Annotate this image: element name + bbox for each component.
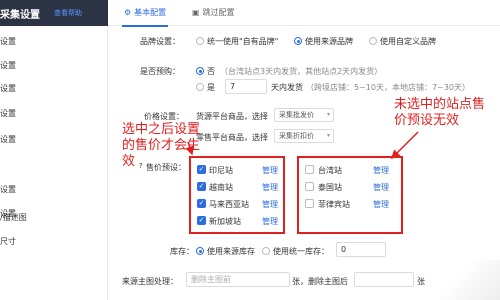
tab-label: 基本配置	[134, 8, 167, 17]
site-thailand: 泰国站	[318, 183, 342, 192]
delete-front-input[interactable]: 删除主图前	[186, 272, 290, 287]
sidebar-item[interactable]: 设置	[0, 184, 16, 195]
stock-label: 库存：	[170, 247, 194, 256]
presale-no-hint: （台湾站点3天内发货，其他站点2天内发货）	[220, 67, 383, 76]
checkbox-philippines[interactable]	[305, 199, 314, 208]
skip-icon: ▣	[192, 8, 200, 17]
manage-thailand[interactable]: 管理	[373, 182, 389, 193]
presale-days-text: 天内发货	[271, 83, 303, 92]
unit-text: 张	[417, 277, 425, 286]
help-link[interactable]: 查看帮助	[54, 8, 82, 18]
presale-label: 是否预购：	[140, 67, 180, 76]
sidebar-title: 采集设置	[0, 10, 40, 21]
sidebar-item-desc[interactable]: /描述图	[0, 212, 27, 223]
tab-bar: ⚙ 基本配置 ▣ 跳过配置	[108, 0, 500, 27]
stock-unified-input[interactable]: 0	[336, 242, 386, 257]
presale-radio-yes[interactable]	[196, 83, 204, 91]
sidebar-item[interactable]: 设置	[0, 83, 16, 94]
annotation-right-note: 未选中的站点售价预设无效	[394, 97, 486, 128]
presale-radio-no[interactable]	[196, 67, 204, 75]
site-philippines: 菲律宾站	[318, 200, 350, 209]
arrow-right	[390, 131, 419, 160]
presale-option-no[interactable]: 否	[207, 66, 215, 77]
price-retail-select[interactable]: 采集折扣价 ▾	[274, 129, 334, 143]
tab-label: 跳过配置	[202, 8, 235, 17]
brand-radio-source[interactable]	[294, 37, 302, 45]
stock-option-source[interactable]: 使用来源库存	[207, 246, 255, 257]
site-vietnam: 越南站	[209, 183, 233, 192]
stock-radio-unified[interactable]	[262, 247, 270, 255]
stock-radio-source[interactable]	[196, 247, 204, 255]
manage-singapore[interactable]: 管理	[262, 216, 278, 227]
manage-taiwan[interactable]: 管理	[373, 165, 389, 176]
delete-back-text: 张，删除主图后	[292, 277, 348, 286]
stock-option-unified[interactable]: 使用统一库存：	[273, 246, 329, 257]
brand-radio-own[interactable]	[196, 37, 204, 45]
sidebar-item[interactable]: 设置	[0, 36, 16, 47]
tab-skip-config[interactable]: ▣ 跳过配置	[192, 0, 235, 26]
manage-malaysia[interactable]: 管理	[262, 199, 278, 210]
price-row1-label: 货源平台商品，选择	[196, 112, 268, 121]
gear-icon: ⚙	[124, 8, 132, 17]
presale-option-yes[interactable]: 是	[207, 82, 215, 93]
sidebar: 采集设置 查看帮助 设置 设置 设置 设置 设置 设置 设置 /描述图 尺寸	[0, 0, 108, 300]
brand-radio-custom[interactable]	[369, 37, 377, 45]
checkbox-taiwan[interactable]	[305, 165, 314, 174]
sidebar-item[interactable]: 设置	[0, 108, 16, 119]
chevron-down-icon: ▾	[326, 111, 330, 118]
delete-back-input[interactable]	[354, 272, 414, 287]
checkbox-singapore[interactable]: ✓	[197, 216, 206, 225]
brand-label: 品牌设置：	[140, 37, 180, 46]
manage-philippines[interactable]: 管理	[373, 199, 389, 210]
brand-option-custom[interactable]: 使用自定义品牌	[380, 36, 436, 47]
checkbox-vietnam[interactable]: ✓	[197, 182, 206, 191]
price-label: 价格设置：	[144, 112, 184, 121]
sidebar-item[interactable]: 设置	[0, 60, 16, 71]
sidebar-header: 采集设置 查看帮助	[0, 0, 108, 26]
manage-vietnam[interactable]: 管理	[262, 182, 278, 193]
site-malaysia: 马来西亚站	[209, 200, 249, 209]
site-singapore: 新加坡站	[209, 217, 241, 226]
checkbox-malaysia[interactable]: ✓	[197, 199, 206, 208]
page-curl-decoration	[440, 260, 500, 300]
annotation-left-note: 选中之后设置的售价才会生效	[122, 122, 201, 169]
price-retail-value: 采集折扣价	[279, 132, 314, 140]
manage-indonesia[interactable]: 管理	[262, 165, 278, 176]
price-source-value: 采集批发价	[279, 111, 314, 119]
sidebar-item[interactable]: 设置	[0, 134, 16, 145]
presale-days-hint: （跨境店铺：5~10天，本地店铺：7~30天）	[306, 83, 470, 92]
tab-basic-config[interactable]: ⚙ 基本配置	[121, 0, 169, 27]
sidebar-item-size[interactable]: 尺寸	[0, 236, 16, 247]
brand-option-source[interactable]: 使用来源品牌	[305, 36, 353, 47]
price-source-select[interactable]: 采集批发价 ▾	[274, 108, 334, 122]
image-process-label: 来源主图处理：	[122, 277, 178, 286]
checkbox-thailand[interactable]	[305, 182, 314, 191]
brand-option-own[interactable]: 统一使用"自有品牌"	[207, 36, 278, 47]
presale-days-input[interactable]: 7	[225, 79, 267, 94]
site-indonesia: 印尼站	[209, 166, 233, 175]
chevron-down-icon: ▾	[326, 132, 330, 139]
site-taiwan: 台湾站	[318, 166, 342, 175]
